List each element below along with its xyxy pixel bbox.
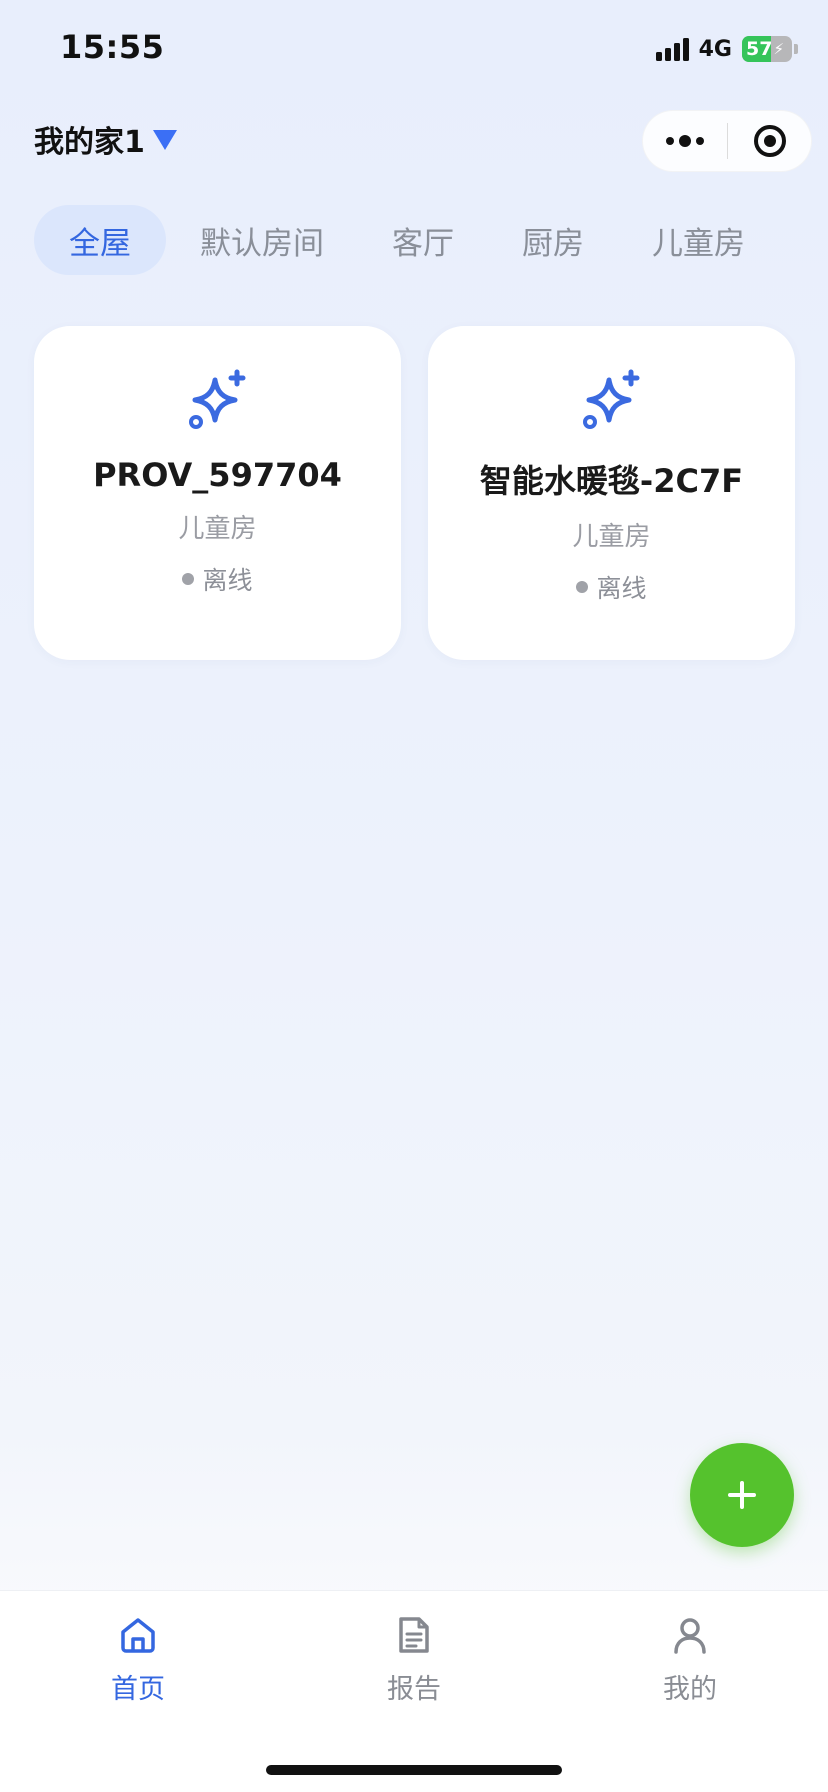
device-name: PROV_597704	[93, 456, 342, 494]
sparkle-icon	[188, 369, 245, 429]
user-icon	[674, 1618, 706, 1654]
target-icon	[753, 125, 786, 157]
home-selector[interactable]: 我的家1	[34, 117, 177, 161]
nav-report[interactable]: 报告	[344, 1613, 484, 1706]
network-type: 4G	[698, 36, 732, 62]
nav-home[interactable]: 首页	[68, 1613, 208, 1706]
room-tabs: 全屋 默认房间 客厅 厨房 儿童房	[34, 205, 828, 275]
tab-kids-room[interactable]: 儿童房	[618, 205, 779, 275]
nav-label: 首页	[111, 1674, 165, 1705]
home-name: 我的家1	[34, 125, 145, 160]
home-icon	[121, 1618, 155, 1653]
tab-living-room[interactable]: 客厅	[358, 205, 488, 275]
nav-profile[interactable]: 我的	[620, 1613, 760, 1706]
charging-icon: ⚡	[773, 40, 784, 58]
home-indicator	[266, 1765, 562, 1775]
device-name: 智能水暖毯-2C7F	[479, 462, 744, 500]
status-time: 15:55	[60, 28, 165, 66]
caret-down-icon	[152, 130, 177, 150]
device-status: 离线	[182, 561, 253, 597]
status-bar: 15:55 4G 57 ⚡	[0, 0, 828, 100]
tab-default-room[interactable]: 默认房间	[166, 205, 358, 275]
device-status: 离线	[576, 569, 647, 605]
sparkle-icon	[582, 369, 639, 429]
device-status-label: 离线	[596, 574, 647, 603]
battery-cap	[794, 44, 798, 54]
offline-dot-icon	[576, 581, 589, 593]
device-room: 儿童房	[572, 522, 651, 552]
battery-level: 57	[746, 38, 773, 60]
nav-label: 报告	[387, 1674, 441, 1705]
status-icons: 4G 57 ⚡	[655, 34, 798, 64]
document-icon	[399, 1617, 429, 1653]
tab-kitchen[interactable]: 厨房	[488, 205, 618, 275]
plus-icon	[728, 1481, 756, 1509]
more-button[interactable]	[643, 111, 727, 171]
miniprogram-capsule	[642, 110, 812, 172]
device-card[interactable]: 智能水暖毯-2C7F 儿童房 离线	[428, 326, 795, 660]
device-list: PROV_597704 儿童房 离线 智能水暖毯-2C7F 儿童房 离线	[34, 326, 795, 660]
signal-icon	[655, 37, 689, 61]
add-device-button[interactable]	[690, 1443, 794, 1547]
tab-all-rooms[interactable]: 全屋	[34, 205, 166, 275]
close-button[interactable]	[728, 111, 811, 171]
device-status-label: 离线	[202, 566, 253, 595]
bottom-nav: 首页 报告 我的	[0, 1590, 828, 1792]
offline-dot-icon	[182, 573, 195, 585]
nav-label: 我的	[663, 1674, 717, 1705]
device-room: 儿童房	[178, 514, 257, 544]
battery-icon: 57 ⚡	[742, 36, 792, 62]
device-card[interactable]: PROV_597704 儿童房 离线	[34, 326, 401, 660]
